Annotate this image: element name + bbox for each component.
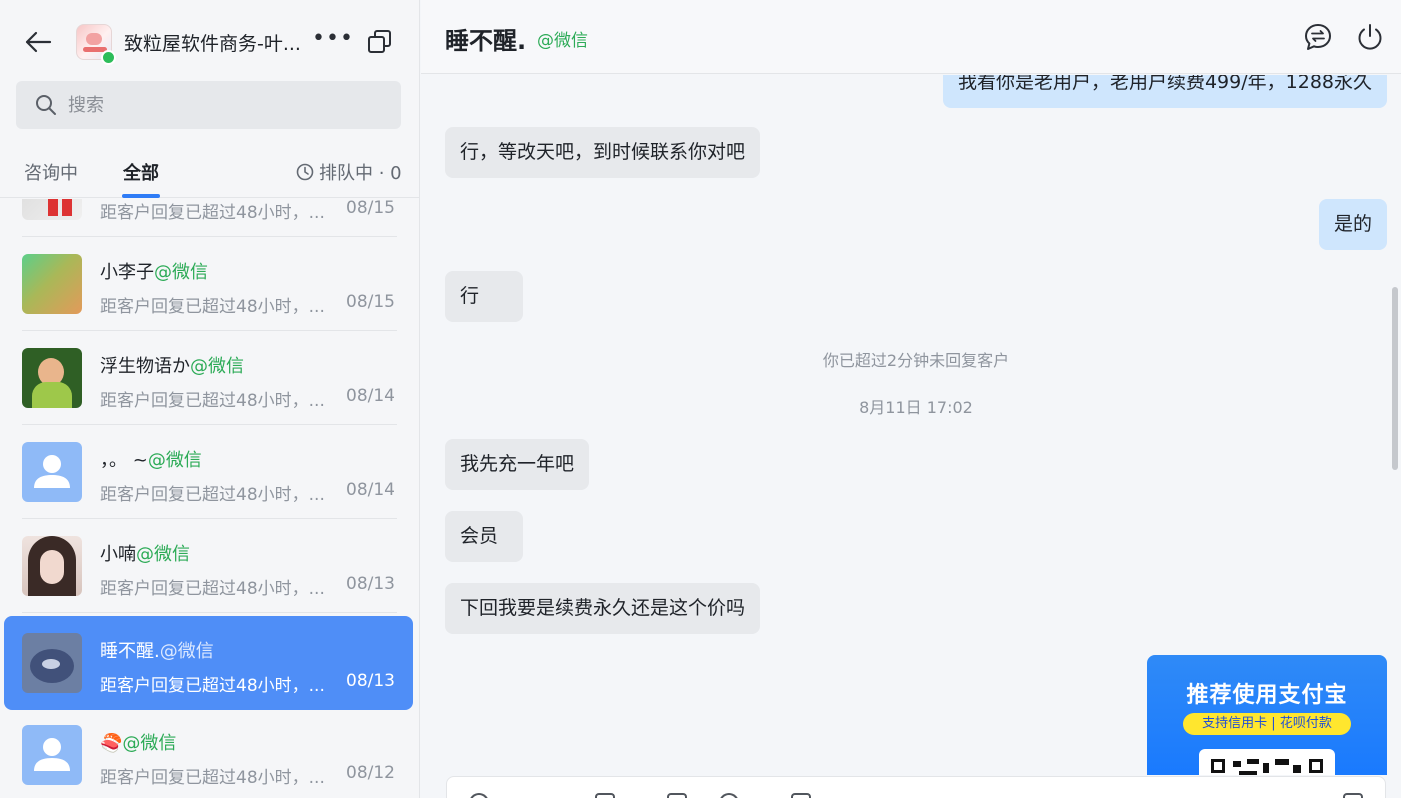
default-avatar: [22, 725, 82, 785]
contact-name: 小李子: [100, 262, 154, 283]
message-bubble-outgoing[interactable]: 我看你是老用户，老用户续费499/年，1288永久: [942, 75, 1387, 108]
conversation-preview: 距客户回复已超过48小时，...: [100, 391, 325, 411]
conversation-date: 08/15: [346, 292, 395, 312]
contact-name-row: 🍣@微信: [100, 729, 176, 755]
contact-name-row: ，。 ~@微信: [100, 446, 202, 472]
contact-name: 小喃: [100, 544, 136, 565]
channel-tag: @微信: [147, 450, 202, 471]
contact-name-row: 睡不醒.@微信: [100, 637, 214, 663]
channel-tag: @微信: [122, 733, 177, 754]
copy-icon: [368, 30, 391, 53]
quick-reply-icon[interactable]: [791, 793, 811, 798]
contact-name: 浮生物语か: [100, 356, 190, 377]
tab-consulting[interactable]: 咨询中: [24, 159, 78, 185]
message-bubble-incoming[interactable]: 我先充一年吧: [445, 439, 590, 490]
contact-name: ，。 ~: [100, 450, 148, 471]
arrow-left-icon: [25, 31, 52, 53]
message-bubble-incoming[interactable]: 会员: [445, 511, 523, 562]
channel-tag: @微信: [136, 544, 190, 565]
conversation-date: 08/14: [346, 386, 395, 406]
contact-name: 🍣: [100, 733, 123, 754]
power-icon: [1358, 24, 1382, 50]
conversation-date: 08/13: [346, 671, 395, 691]
contact-name-row: 小喃@微信: [100, 540, 190, 566]
transfer-button[interactable]: [1303, 22, 1333, 52]
contact-name: 睡不醒.: [100, 641, 160, 662]
qr-code: [1199, 749, 1335, 775]
contact-avatar: [22, 199, 82, 220]
contact-avatar: [22, 633, 82, 693]
queue-status[interactable]: 排队中 · 0: [296, 159, 402, 185]
message-bubble-incoming[interactable]: 行: [445, 271, 523, 322]
conversation-tabs: 咨询中 全部 排队中 · 0: [0, 150, 419, 198]
alipay-promo-card[interactable]: 推荐使用支付宝 支持信用卡 | 花呗付款: [1147, 655, 1387, 775]
file-icon[interactable]: [667, 793, 687, 798]
conversation-item[interactable]: 距客户回复已超过48小时，... 08/15: [4, 199, 413, 237]
conversation-item-selected[interactable]: 睡不醒.@微信 距客户回复已超过48小时，... 08/13: [4, 616, 413, 710]
default-avatar: [22, 442, 82, 502]
conversation-item[interactable]: 🍣@微信 距客户回复已超过48小时，... 08/12: [4, 708, 413, 798]
active-tab-indicator: [122, 194, 160, 198]
conversation-date: 08/15: [346, 199, 395, 218]
chat-contact-name: 睡不醒.: [445, 27, 527, 55]
promo-subtitle: 支持信用卡 | 花呗付款: [1183, 713, 1351, 735]
promo-title: 推荐使用支付宝: [1186, 683, 1348, 708]
channel-tag: @微信: [159, 641, 214, 662]
end-session-button[interactable]: [1355, 22, 1385, 52]
message-bubble-incoming[interactable]: 行，等改天吧，到时候联系你对吧: [445, 127, 761, 178]
contact-avatar: [22, 254, 82, 314]
online-status-dot: [101, 50, 116, 65]
conversation-date: 08/14: [346, 480, 395, 500]
copy-button[interactable]: [366, 28, 394, 56]
conversation-preview: 距客户回复已超过48小时，...: [100, 297, 325, 317]
clock-icon: [296, 163, 314, 181]
conversation-preview: 距客户回复已超过48小时，...: [100, 676, 325, 696]
queue-label: 排队中 · 0: [319, 163, 402, 184]
message-timestamp: 8月11日 17:02: [859, 398, 973, 417]
search-icon: [36, 95, 56, 115]
back-button[interactable]: [22, 26, 54, 58]
channel-tag: @微信: [190, 356, 244, 377]
channel-tag: @微信: [154, 262, 208, 283]
message-bubble-incoming[interactable]: 下回我要是续费永久还是这个价吗: [445, 583, 761, 634]
expand-icon[interactable]: [1343, 793, 1363, 798]
contact-name-row: 浮生物语か@微信: [100, 352, 244, 378]
more-options-button[interactable]: •••: [312, 28, 353, 55]
chat-header: 睡不醒. @微信: [421, 0, 1401, 74]
search-box[interactable]: [16, 81, 401, 129]
screenshot-icon[interactable]: [719, 793, 739, 798]
conversation-item[interactable]: 小李子@微信 距客户回复已超过48小时，... 08/15: [4, 237, 413, 331]
chat-scrollbar[interactable]: [1392, 287, 1398, 470]
contact-avatar: [22, 536, 82, 596]
conversation-item[interactable]: 浮生物语か@微信 距客户回复已超过48小时，... 08/14: [4, 331, 413, 425]
contact-avatar: [22, 348, 82, 408]
image-icon[interactable]: [595, 793, 615, 798]
sidebar-topbar: 致粒屋软件商务-叶... •••: [0, 0, 419, 80]
chat-channel-tag: @微信: [537, 31, 588, 51]
contact-name-row: 小李子@微信: [100, 258, 208, 284]
emoji-icon[interactable]: [469, 793, 489, 798]
message-input-toolbar: [446, 776, 1386, 798]
system-notice: 你已超过2分钟未回复客户: [822, 351, 1010, 370]
message-bubble-outgoing[interactable]: 是的: [1318, 199, 1387, 250]
message-list: 我看你是老用户，老用户续费499/年，1288永久 行，等改天吧，到时候联系你对…: [421, 75, 1401, 775]
conversation-date: 08/13: [346, 574, 395, 594]
user-icon: [34, 455, 70, 488]
conversation-item[interactable]: ，。 ~@微信 距客户回复已超过48小时，... 08/14: [4, 425, 413, 519]
transfer-chat-icon: [1305, 24, 1331, 50]
search-input[interactable]: [68, 81, 388, 129]
conversation-preview: 距客户回复已超过48小时，...: [100, 579, 325, 599]
row-divider: [22, 612, 397, 613]
tab-all[interactable]: 全部: [123, 159, 159, 185]
shop-name[interactable]: 致粒屋软件商务-叶...: [124, 29, 301, 56]
conversation-item[interactable]: 小喃@微信 距客户回复已超过48小时，... 08/13: [4, 519, 413, 613]
conversation-date: 08/12: [346, 763, 395, 783]
conversation-sidebar: 致粒屋软件商务-叶... ••• 咨询中 全部 排队中 · 0: [0, 0, 420, 798]
conversation-preview: 距客户回复已超过48小时，...: [100, 485, 325, 505]
user-icon: [34, 738, 70, 771]
conversation-preview: 距客户回复已超过48小时，...: [100, 768, 325, 788]
conversation-preview: 距客户回复已超过48小时，...: [100, 203, 325, 223]
conversation-list: 距客户回复已超过48小时，... 08/15 小李子@微信 距客户回复已超过48…: [0, 199, 419, 798]
